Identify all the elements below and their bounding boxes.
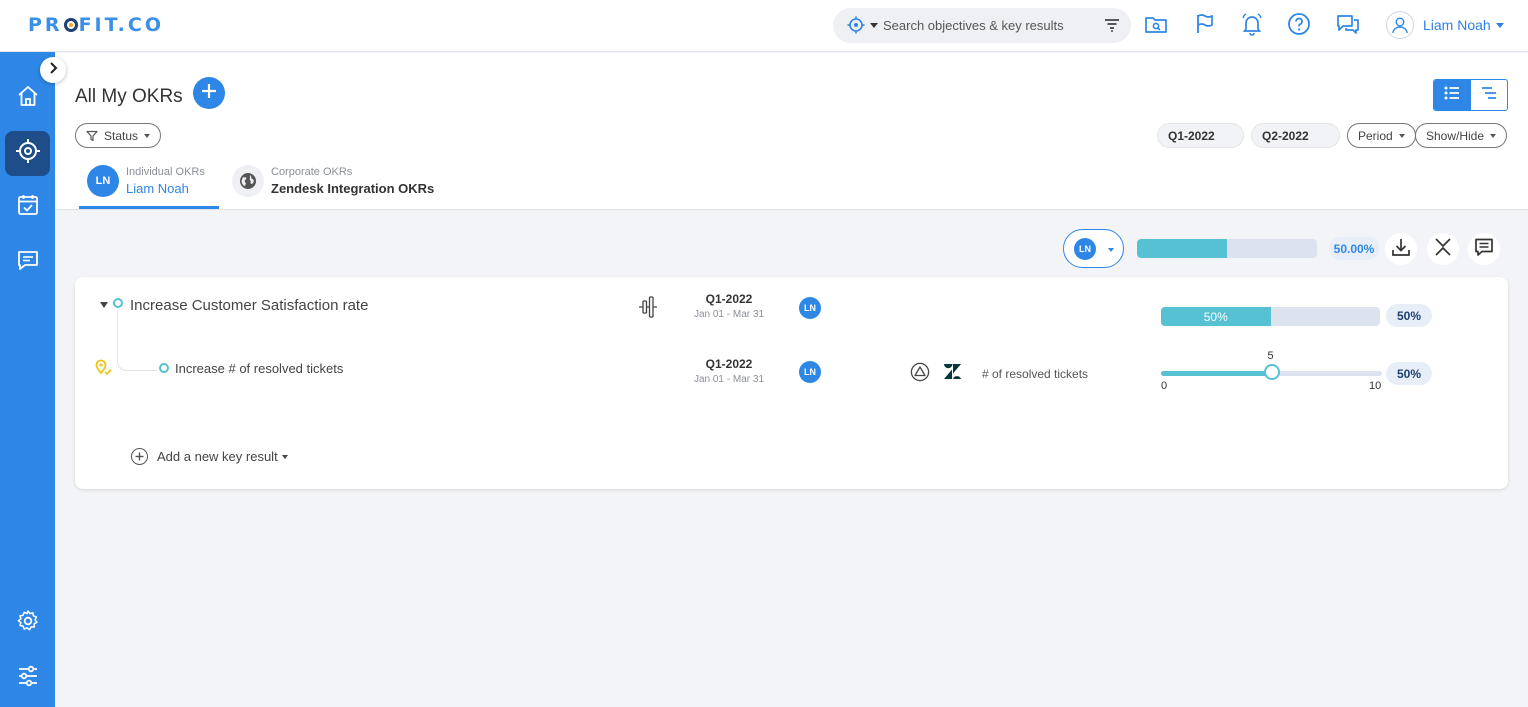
show-hide-dropdown[interactable]: Show/Hide <box>1415 123 1508 148</box>
chevron-down-icon[interactable] <box>870 23 878 28</box>
sidebar-item-preferences[interactable] <box>5 656 50 701</box>
zendesk-icon[interactable] <box>943 363 962 385</box>
objective-period: Q1-2022 Jan 01 - Mar 31 <box>693 292 765 320</box>
tab-corporate-okrs[interactable]: Corporate OKRs Zendesk Integration OKRs <box>232 153 434 209</box>
location-check-icon[interactable] <box>95 359 113 382</box>
plus-icon <box>201 83 217 104</box>
chevron-down-icon <box>1398 133 1405 138</box>
help-icon[interactable] <box>1287 12 1313 38</box>
overall-progress-label: 50.00% <box>1329 237 1379 260</box>
sidebar-item-settings[interactable] <box>5 601 50 646</box>
objective-owner-avatar[interactable]: LN <box>799 297 821 319</box>
folder-search-icon[interactable] <box>1144 12 1170 38</box>
comment-icon <box>1474 237 1494 262</box>
add-key-result-button[interactable]: Add a new key result <box>131 448 288 465</box>
key-result-current-value: 5 <box>1267 350 1274 362</box>
calendar-check-icon <box>16 193 40 222</box>
chat-icon[interactable] <box>1335 12 1361 38</box>
key-result-period: Q1-2022 Jan 01 - Mar 31 <box>693 357 765 385</box>
sidebar <box>0 52 55 707</box>
key-result-title[interactable]: Increase # of resolved tickets <box>175 361 343 376</box>
sidebar-item-tasks[interactable] <box>5 185 50 230</box>
top-bar: PRFIT.CO Liam Noah <box>0 0 1528 52</box>
user-menu[interactable]: Liam Noah <box>1386 10 1504 40</box>
download-icon <box>1391 237 1411 262</box>
collapse-objective-toggle[interactable] <box>100 302 108 308</box>
bell-alert-icon[interactable] <box>1240 12 1266 38</box>
sidebar-item-home[interactable] <box>5 76 50 121</box>
sidebar-item-okrs[interactable] <box>5 131 50 176</box>
key-result-min-value: 0 <box>1161 380 1168 392</box>
chevron-right-icon <box>48 61 58 79</box>
tab-individual-okrs[interactable]: LN Individual OKRs Liam Noah <box>87 153 205 209</box>
gear-icon <box>16 609 40 638</box>
list-view-button[interactable] <box>1434 80 1471 110</box>
alignment-icon[interactable] <box>638 296 658 323</box>
sidebar-item-feedback[interactable] <box>5 240 50 285</box>
chevron-down-icon <box>1490 133 1497 138</box>
download-button[interactable] <box>1385 233 1417 265</box>
flag-icon[interactable] <box>1193 12 1219 38</box>
overall-progress-bar <box>1137 239 1317 258</box>
profitco-logo[interactable]: PR FIT.CO <box>28 14 164 36</box>
comments-button[interactable] <box>1468 233 1500 265</box>
home-icon <box>16 84 40 113</box>
objective-title[interactable]: Increase Customer Satisfaction rate <box>130 297 368 314</box>
user-name: Liam Noah <box>1423 17 1491 33</box>
objective-card: Increase Customer Satisfaction rate Q1-2… <box>75 277 1508 489</box>
owner-filter-dropdown[interactable]: LN <box>1063 229 1124 268</box>
active-tab-indicator <box>79 206 219 209</box>
tree-icon <box>1481 86 1497 105</box>
integration-status-icon[interactable] <box>910 362 930 387</box>
target-icon <box>15 138 41 169</box>
period-dropdown[interactable]: Period <box>1347 123 1416 148</box>
objective-status-dot <box>113 298 123 308</box>
key-result-metric-label: # of resolved tickets <box>982 367 1089 381</box>
list-icon <box>1444 86 1460 105</box>
globe-icon <box>232 165 264 197</box>
user-avatar-icon <box>1386 11 1414 39</box>
tree-view-button[interactable] <box>1471 80 1508 110</box>
message-icon <box>16 248 40 277</box>
chevron-down-icon <box>1495 22 1504 28</box>
funnel-icon <box>86 130 98 142</box>
chevron-down-icon <box>281 454 288 459</box>
okr-header: All My OKRs Status Q1-2022 Q2-2022 Perio… <box>55 53 1528 210</box>
individual-avatar: LN <box>87 165 119 197</box>
view-toggle <box>1433 79 1508 111</box>
target-scope-icon[interactable] <box>847 16 865 39</box>
objective-progress-badge: 50% <box>1386 304 1432 327</box>
logo-o-mark <box>63 18 78 32</box>
status-filter[interactable]: Status <box>75 123 162 148</box>
quarter-q2-filter[interactable]: Q2-2022 <box>1251 123 1340 148</box>
collapse-all-button[interactable] <box>1427 233 1459 265</box>
key-result-owner-avatar[interactable]: LN <box>799 361 821 383</box>
chevron-down-icon <box>144 133 151 138</box>
search-bar <box>833 8 1131 43</box>
search-input[interactable] <box>883 13 1093 37</box>
plus-circle-icon <box>131 448 148 465</box>
tree-connector <box>117 310 157 371</box>
key-result-slider-thumb[interactable] <box>1263 364 1280 380</box>
owner-avatar: LN <box>1074 238 1096 260</box>
overall-progress-fill <box>1137 239 1227 258</box>
objective-progress-fill: 50% <box>1161 307 1271 326</box>
collapse-icon <box>1434 237 1452 262</box>
filter-icon[interactable] <box>1104 17 1120 38</box>
objective-progress-bar: 50% <box>1161 307 1380 326</box>
quarter-q1-filter[interactable]: Q1-2022 <box>1157 123 1244 148</box>
key-result-slider-fill <box>1161 371 1272 376</box>
add-okr-button[interactable] <box>193 77 225 109</box>
sliders-icon <box>16 664 40 693</box>
key-result-status-dot <box>159 363 169 373</box>
page-title: All My OKRs <box>75 86 183 107</box>
key-result-progress-badge: 50% <box>1386 362 1432 385</box>
chevron-down-icon <box>1108 248 1114 252</box>
key-result-max-value: 10 <box>1369 380 1382 392</box>
sidebar-expand-button[interactable] <box>40 57 66 83</box>
